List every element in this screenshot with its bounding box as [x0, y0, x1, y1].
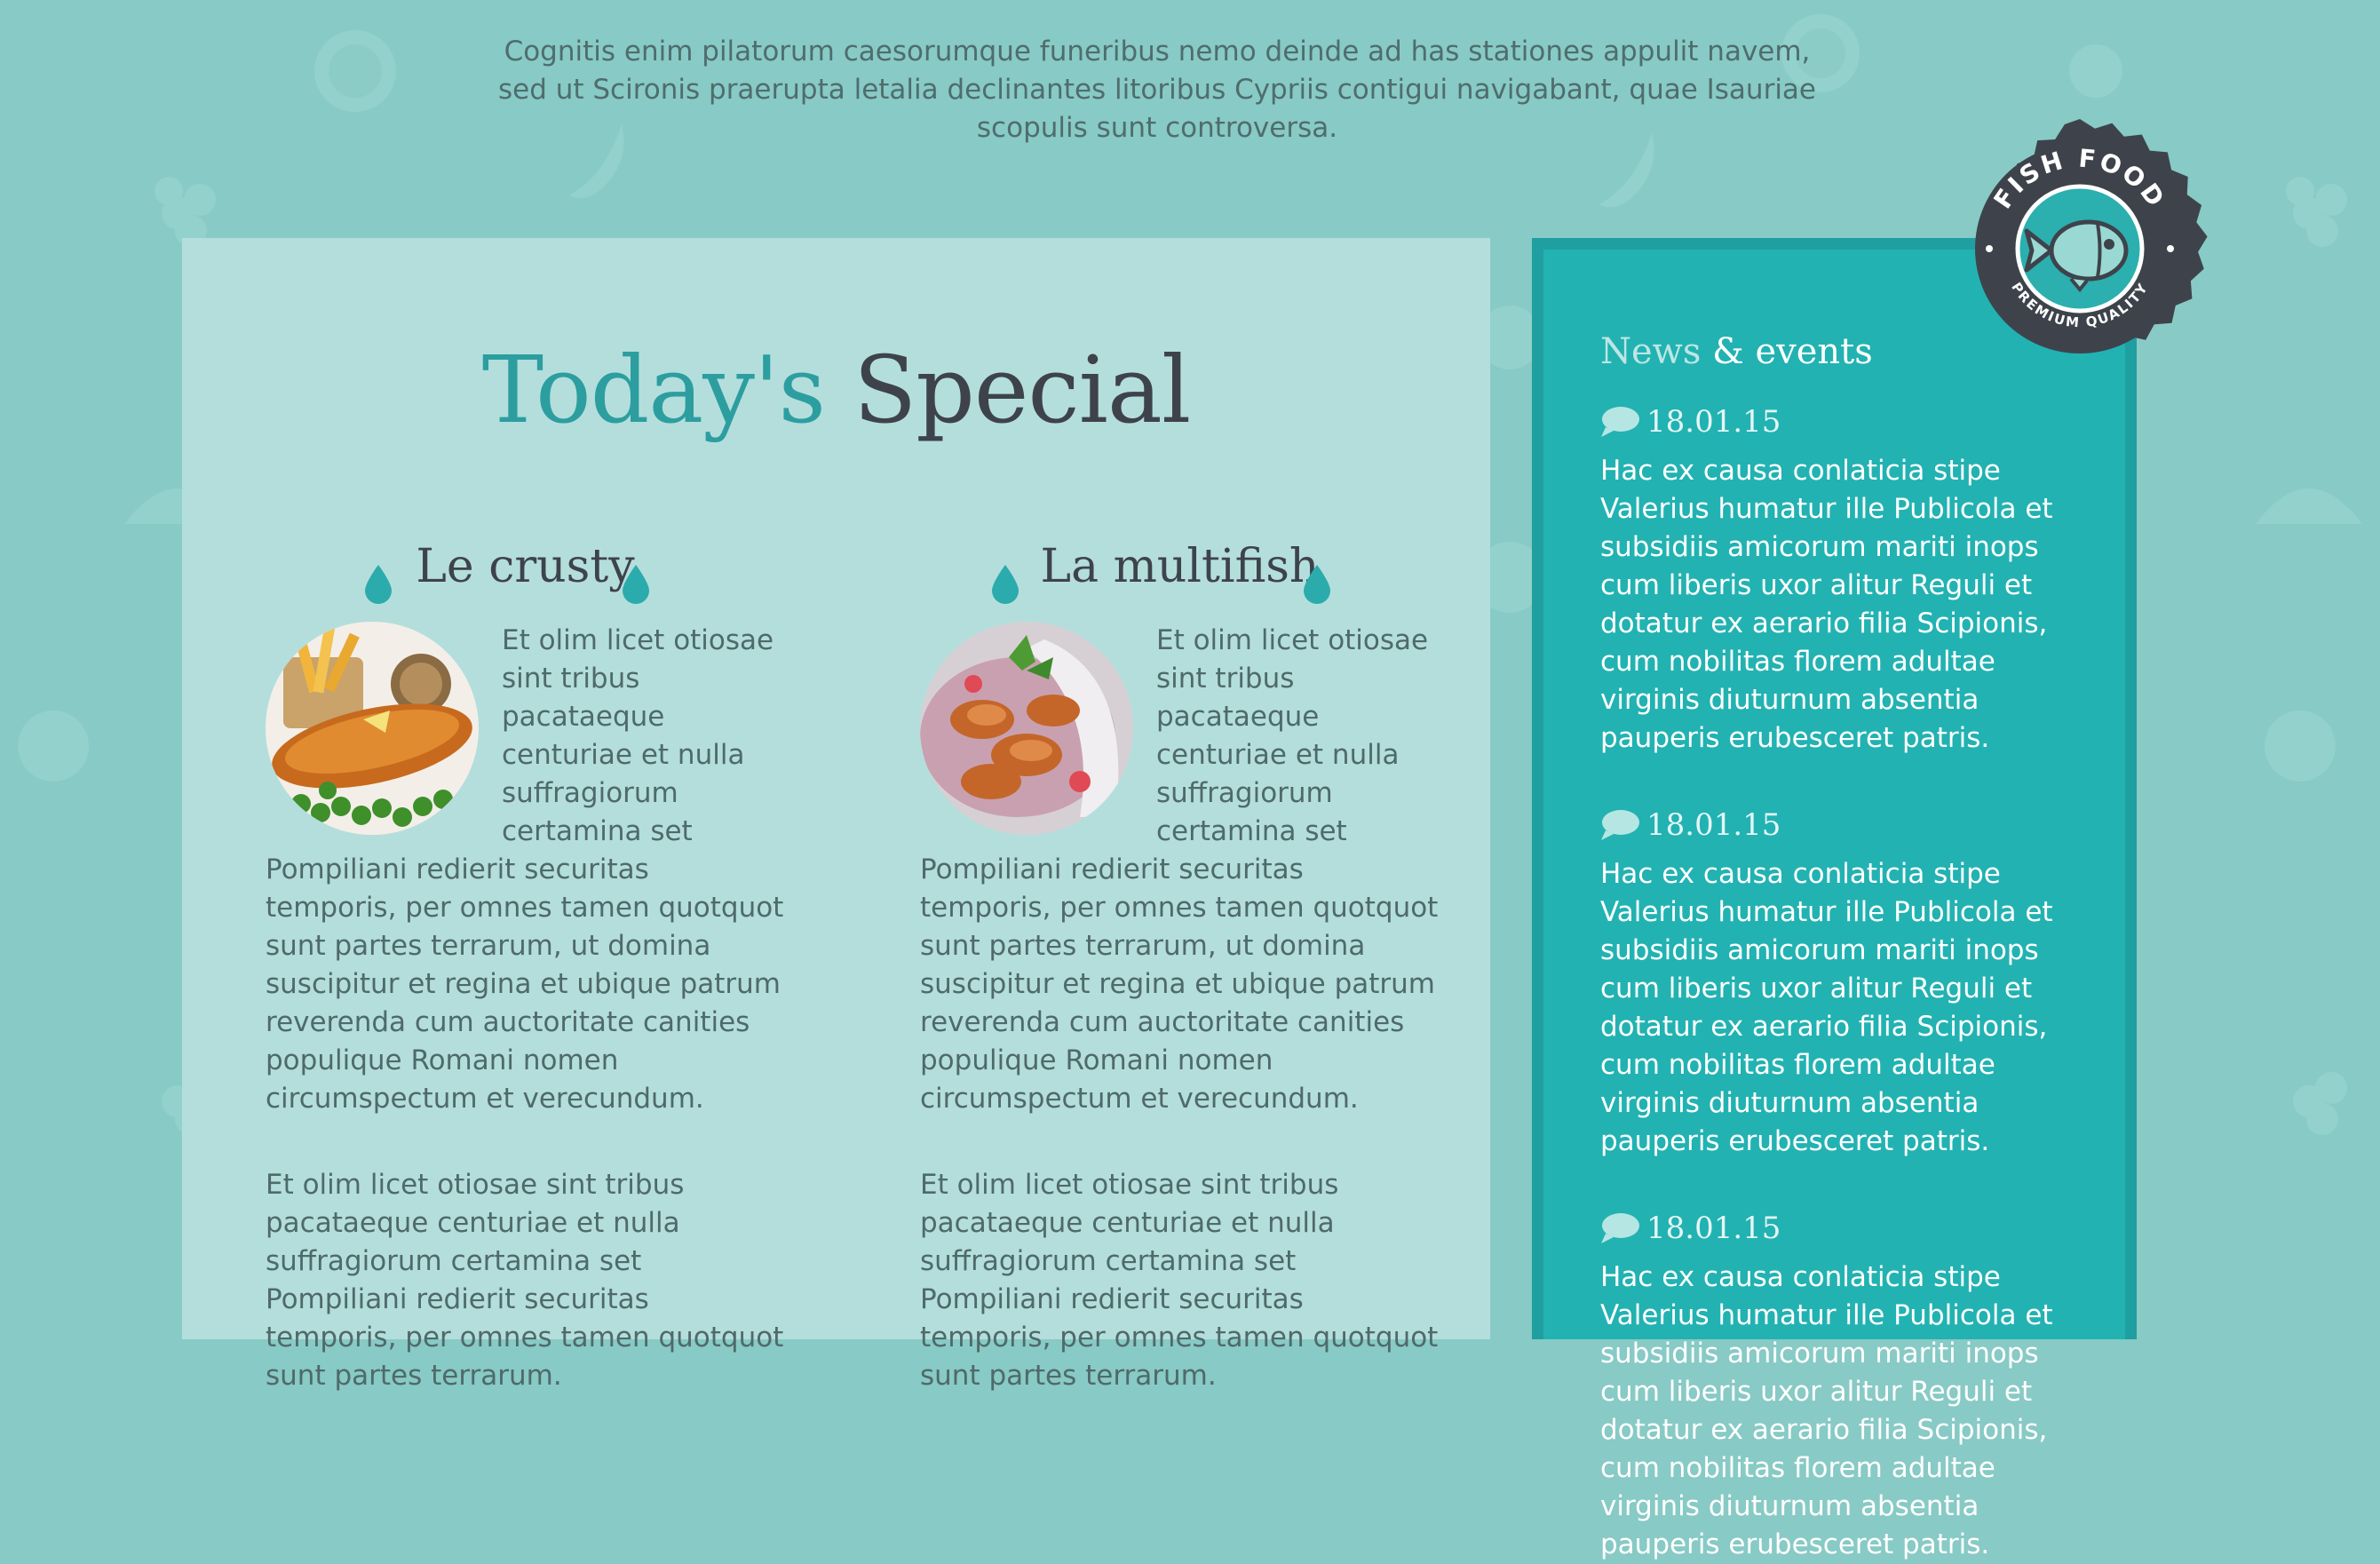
- news-title: News & events: [1600, 331, 1873, 372]
- water-drop-icon: [1304, 565, 1330, 604]
- page-title-rest: Special: [825, 336, 1191, 444]
- dish-card-le-crusty: Le crusty Et olim licet otiosae sint tri…: [266, 533, 785, 1443]
- news-text: Hac ex causa conlaticia stipe Valerius h…: [1600, 455, 2053, 754]
- news-title-muted: News: [1600, 331, 1702, 372]
- news-sidebar-inner: News & events 18.01.15 Hac ex causa conl…: [1543, 250, 2125, 1560]
- dish-name: La multifish: [1040, 540, 1320, 593]
- news-item: 18.01.15 Hac ex causa conlaticia stipe V…: [1600, 1209, 2098, 1564]
- fish-and-chips-photo: [266, 622, 479, 835]
- dish-header: Le crusty: [266, 533, 785, 622]
- dish-name: Le crusty: [416, 540, 635, 593]
- intro-text: Cognitis enim pilatorum caesorumque fune…: [497, 36, 1817, 144]
- news-text: Hac ex causa conlaticia stipe Valerius h…: [1600, 1261, 2053, 1560]
- speech-bubble-icon: [1601, 810, 1639, 840]
- page-title: Today's Special: [182, 336, 1490, 444]
- news-title-strong: & events: [1701, 331, 1873, 372]
- fish-food-badge-logo: FISH FOOD PREMIUM QUALITY: [1975, 119, 2208, 353]
- news-date: 18.01.15: [1600, 1209, 2098, 1248]
- news-item: 18.01.15 Hac ex causa conlaticia stipe V…: [1600, 806, 2098, 1161]
- dish-header: La multifish: [920, 533, 1440, 622]
- dish-paragraph: Et olim licet otiosae sint tribus pacata…: [266, 1169, 784, 1392]
- news-sidebar: News & events 18.01.15 Hac ex causa conl…: [1532, 238, 2137, 1560]
- dish-card-la-multifish: La multifish Et olim licet otiosae sint …: [920, 533, 1440, 1443]
- news-date-text: 18.01.15: [1646, 1211, 1781, 1246]
- speech-bubble-icon: [1601, 1213, 1639, 1243]
- page-title-accent: Today's: [481, 336, 826, 444]
- news-item: 18.01.15 Hac ex causa conlaticia stipe V…: [1600, 402, 2098, 758]
- news-date: 18.01.15: [1600, 806, 2098, 845]
- news-date: 18.01.15: [1600, 402, 2098, 441]
- fried-fish-wrap-photo: [920, 622, 1133, 835]
- dish-description: Et olim licet otiosae sint tribus pacata…: [920, 622, 1440, 1395]
- water-drop-icon: [623, 565, 649, 604]
- speech-bubble-icon: [1601, 407, 1639, 437]
- news-date-text: 18.01.15: [1646, 807, 1781, 843]
- dish-description: Et olim licet otiosae sint tribus pacata…: [266, 622, 785, 1395]
- news-text: Hac ex causa conlaticia stipe Valerius h…: [1600, 858, 2053, 1157]
- dish-paragraph: Et olim licet otiosae sint tribus pacata…: [920, 1169, 1439, 1392]
- news-date-text: 18.01.15: [1646, 404, 1781, 440]
